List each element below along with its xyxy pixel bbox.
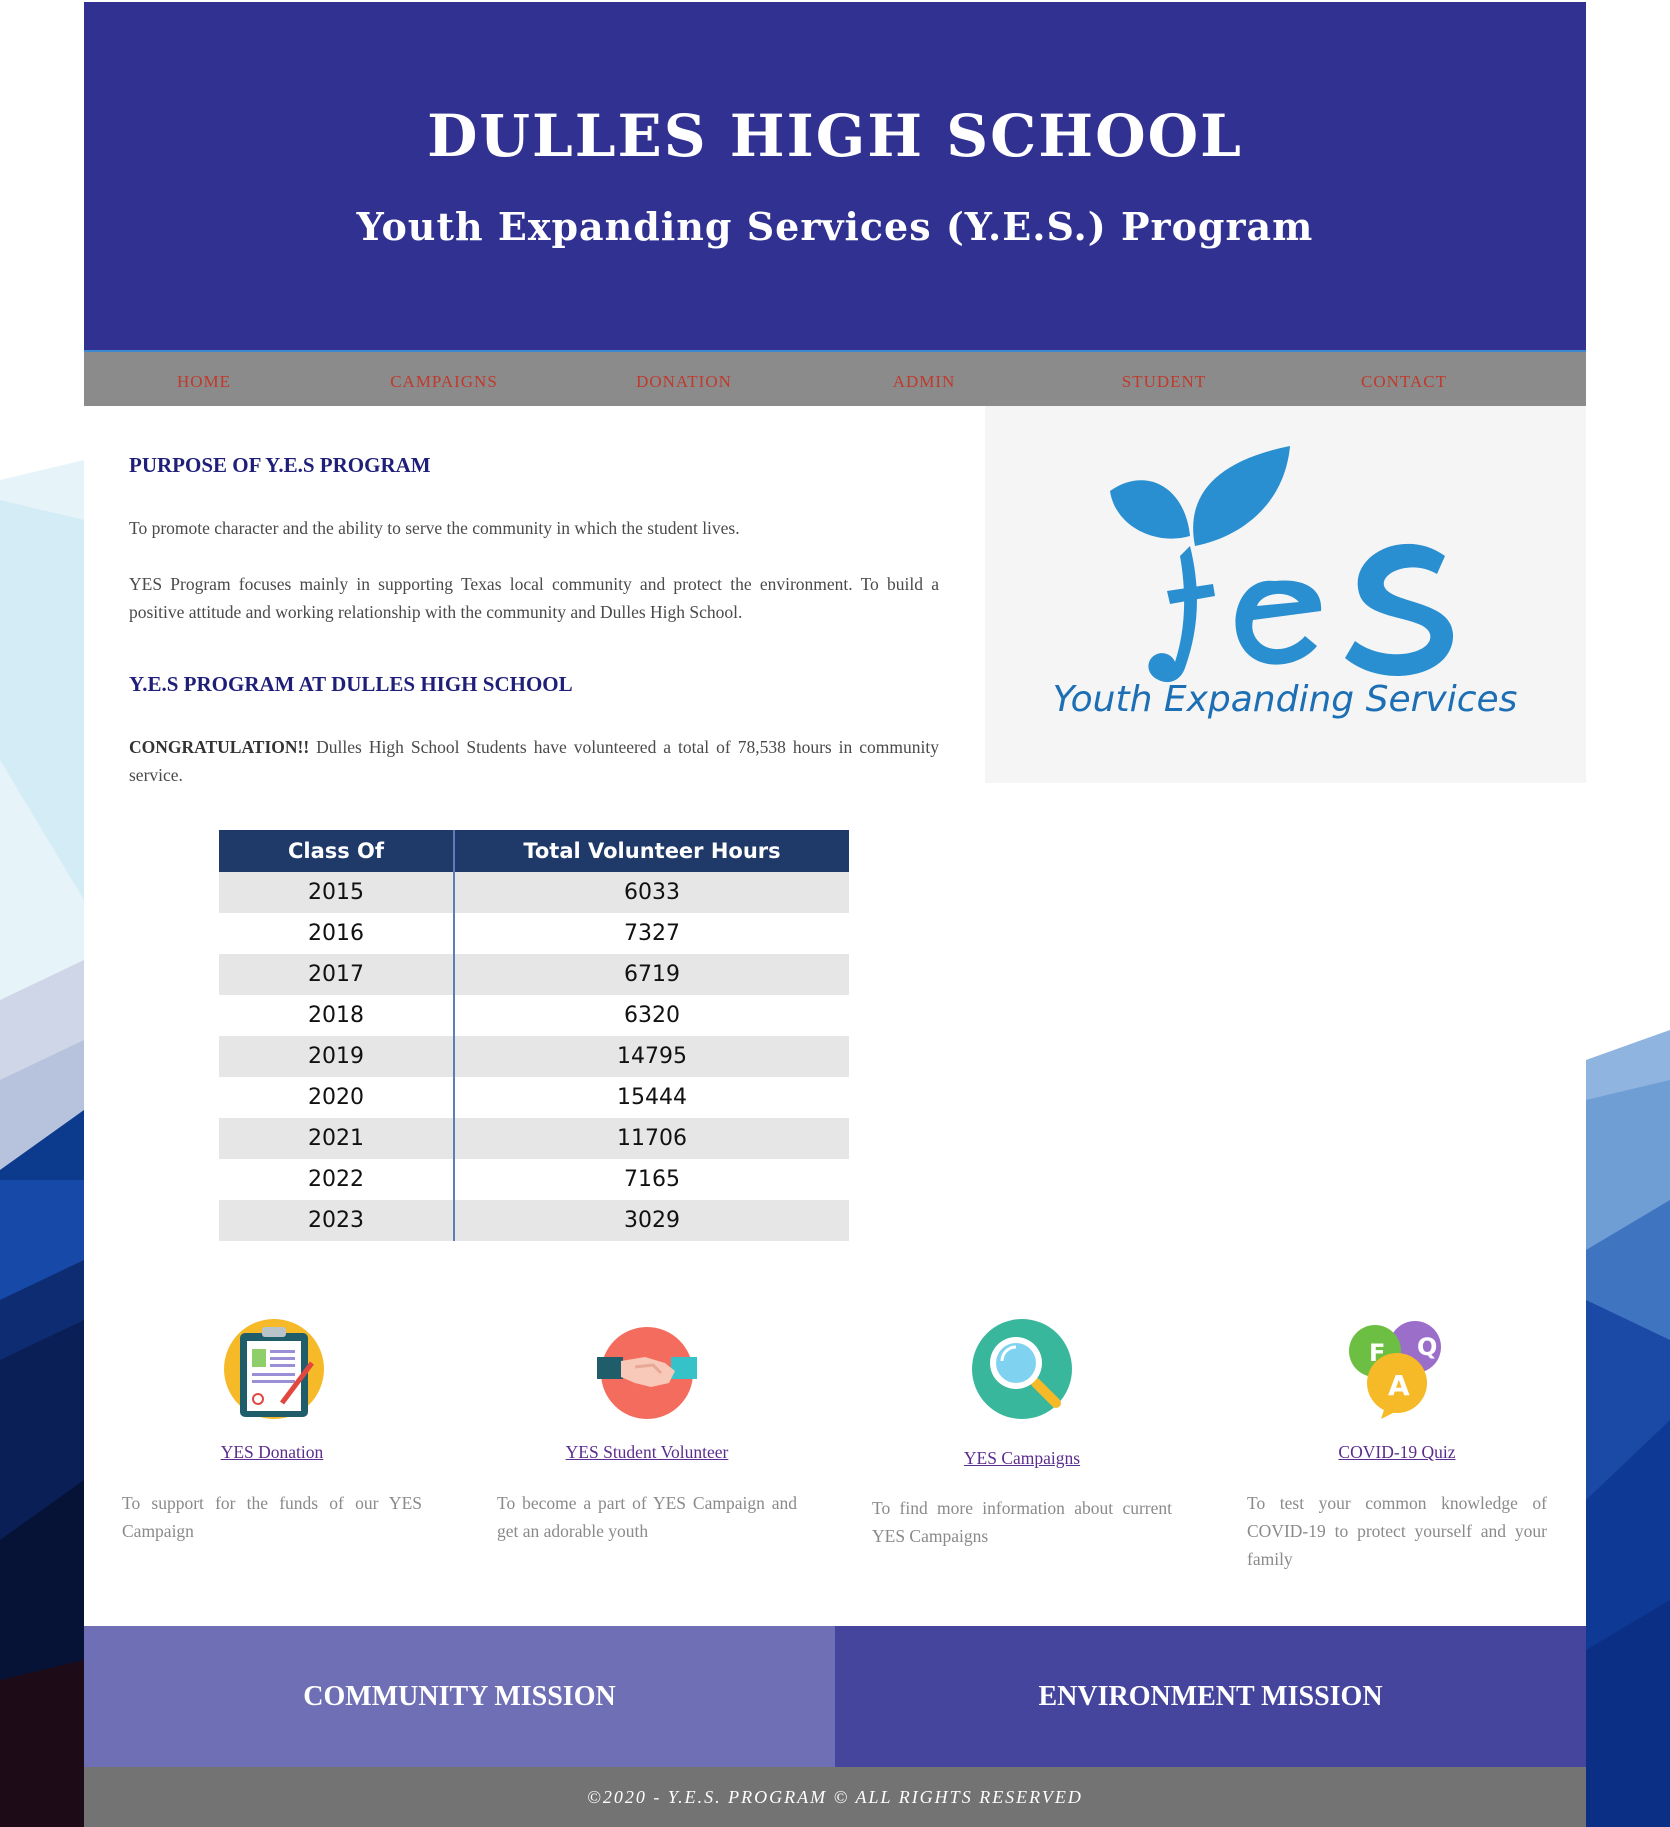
yes-logo-panel: Youth Expanding Services [985, 406, 1586, 783]
table-row: 2021 11706 [219, 1118, 849, 1159]
column-header-class: Class Of [219, 830, 455, 872]
svg-text:A: A [1388, 1369, 1410, 1402]
class-cell: 2019 [219, 1036, 455, 1077]
environment-mission-button[interactable]: ENVIRONMENT MISSION [835, 1626, 1586, 1767]
student-volunteer-link[interactable]: YES Student Volunteer [497, 1442, 797, 1463]
nav-item-campaigns[interactable]: CAMPAIGNS [324, 372, 564, 392]
volunteer-hours-table: Class Of Total Volunteer Hours 2015 6033 … [219, 830, 849, 1241]
handshake-icon [597, 1327, 697, 1419]
faq-icon: F Q A [1349, 1321, 1441, 1419]
hours-cell: 7327 [454, 913, 849, 954]
yes-logo: Youth Expanding Services [1053, 446, 1518, 720]
class-cell: 2023 [219, 1200, 455, 1241]
table-row: 2019 14795 [219, 1036, 849, 1077]
class-cell: 2018 [219, 995, 455, 1036]
congrats-paragraph: CONGRATULATION!! Dulles High School Stud… [129, 733, 939, 789]
nav-item-admin[interactable]: ADMIN [804, 372, 1044, 392]
hours-cell: 6320 [454, 995, 849, 1036]
hours-cell: 6033 [454, 872, 849, 913]
hours-cell: 15444 [454, 1077, 849, 1118]
class-cell: 2020 [219, 1077, 455, 1118]
purpose-paragraph-1: To promote character and the ability to … [129, 518, 740, 538]
svg-text:F: F [1369, 1339, 1385, 1367]
class-cell: 2021 [219, 1118, 455, 1159]
class-cell: 2022 [219, 1159, 455, 1200]
campaigns-description: To find more information about current Y… [872, 1498, 1172, 1546]
program-subtitle: Youth Expanding Services (Y.E.S.) Progra… [356, 204, 1314, 249]
purpose-paragraph-2: YES Program focuses mainly in supporting… [129, 574, 939, 622]
nav-item-donation[interactable]: DONATION [564, 372, 804, 392]
covid-quiz-link[interactable]: COVID-19 Quiz [1247, 1442, 1547, 1463]
hours-cell: 3029 [454, 1200, 849, 1241]
main-nav: HOME CAMPAIGNS DONATION ADMIN STUDENT CO… [84, 350, 1586, 406]
table-row: 2016 7327 [219, 913, 849, 954]
nav-item-contact[interactable]: CONTACT [1284, 372, 1524, 392]
hours-cell: 6719 [454, 954, 849, 995]
student-volunteer-description: To become a part of YES Campaign and get… [497, 1493, 797, 1541]
hours-cell: 11706 [454, 1118, 849, 1159]
magnifier-icon [972, 1319, 1072, 1419]
class-cell: 2017 [219, 954, 455, 995]
table-row: 2015 6033 [219, 872, 849, 913]
class-cell: 2015 [219, 872, 455, 913]
program-heading: Y.E.S PROGRAM AT DULLES HIGH SCHOOL [129, 672, 573, 696]
school-title: DULLES HIGH SCHOOL [427, 102, 1243, 170]
hours-cell: 7165 [454, 1159, 849, 1200]
table-row: 2023 3029 [219, 1200, 849, 1241]
class-cell: 2016 [219, 913, 455, 954]
community-mission-button[interactable]: COMMUNITY MISSION [84, 1626, 835, 1767]
campaigns-link[interactable]: YES Campaigns [872, 1448, 1172, 1469]
table-row: 2022 7165 [219, 1159, 849, 1200]
svg-text:Q: Q [1417, 1333, 1437, 1361]
table-row: 2017 6719 [219, 954, 849, 995]
site-footer: ©2020 - Y.E.S. PROGRAM © ALL RIGHTS RESE… [84, 1767, 1586, 1827]
nav-item-home[interactable]: HOME [84, 372, 324, 392]
purpose-heading: PURPOSE OF Y.E.S PROGRAM [129, 453, 431, 477]
congrats-bold: CONGRATULATION!! [129, 737, 310, 757]
table-row: 2020 15444 [219, 1077, 849, 1118]
clipboard-icon [224, 1319, 324, 1419]
table-row: 2018 6320 [219, 995, 849, 1036]
nav-item-student[interactable]: STUDENT [1044, 372, 1284, 392]
column-header-hours: Total Volunteer Hours [454, 830, 849, 872]
hours-cell: 14795 [454, 1036, 849, 1077]
donation-link[interactable]: YES Donation [122, 1442, 422, 1463]
donation-description: To support for the funds of our YES Camp… [122, 1493, 422, 1541]
site-header: DULLES HIGH SCHOOL Youth Expanding Servi… [84, 2, 1586, 350]
table-header-row: Class Of Total Volunteer Hours [219, 830, 849, 872]
page-container: DULLES HIGH SCHOOL Youth Expanding Servi… [84, 2, 1586, 1827]
covid-quiz-description: To test your common knowledge of COVID-1… [1247, 1493, 1547, 1569]
logo-tagline: Youth Expanding Services [1053, 679, 1518, 720]
